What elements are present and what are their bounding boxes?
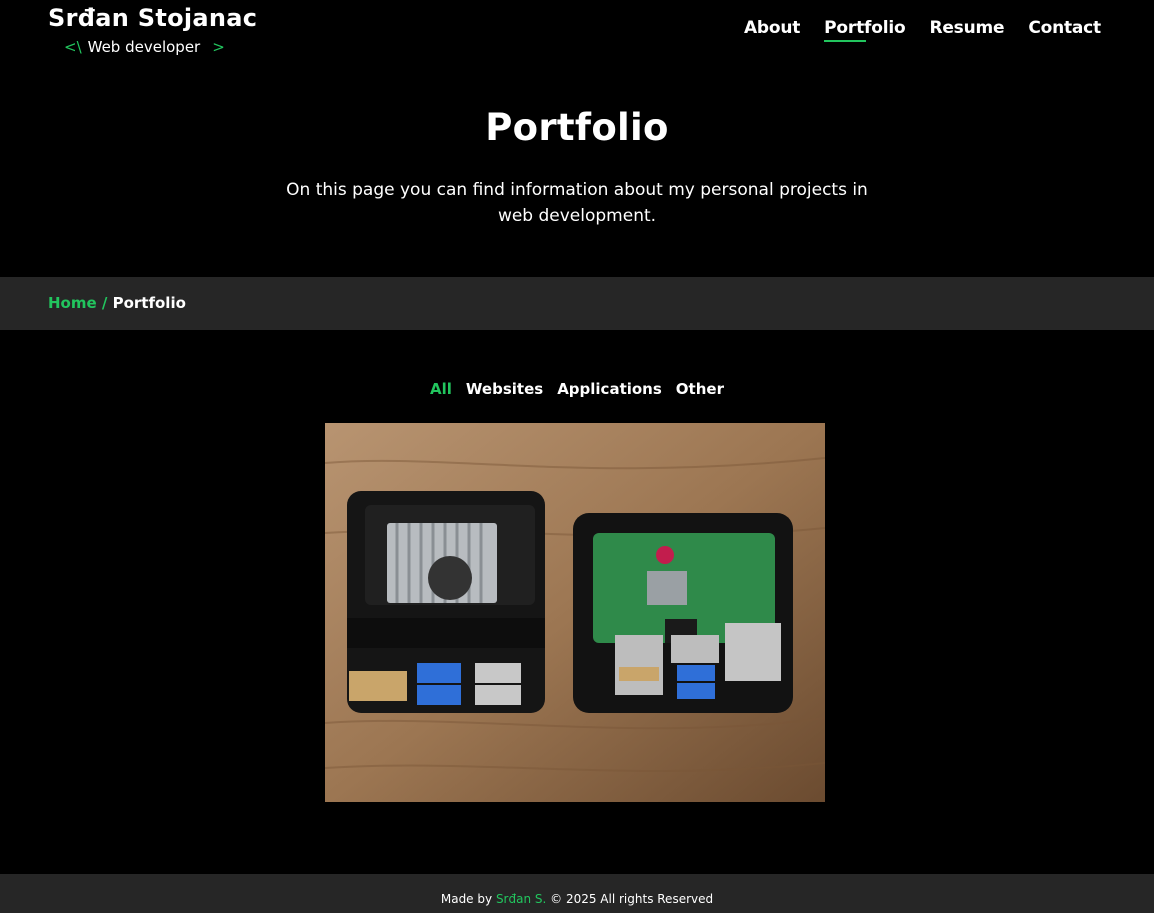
breadcrumb: Home / Portfolio	[48, 294, 186, 312]
nav-portfolio[interactable]: Portfolio	[824, 18, 906, 42]
filter-other[interactable]: Other	[676, 380, 724, 398]
site-footer: Made by Srđan S. © 2025 All rights Reser…	[0, 874, 1154, 913]
footer-author-link[interactable]: Srđan S.	[496, 892, 546, 906]
filter-all[interactable]: All	[430, 380, 452, 398]
filter-applications[interactable]: Applications	[557, 380, 662, 398]
logo-name: Srđan Stojanac	[48, 4, 258, 32]
subtitle-text: Web developer	[87, 38, 201, 56]
breadcrumb-bar: Home / Portfolio	[0, 277, 1154, 330]
breadcrumb-current: Portfolio	[112, 294, 186, 312]
project-thumbnail[interactable]	[325, 423, 825, 802]
footer-text: Made by Srđan S. © 2025 All rights Reser…	[0, 892, 1154, 906]
nav-contact[interactable]: Contact	[1028, 18, 1101, 42]
logo[interactable]: Srđan Stojanac <\ Web developer >	[48, 4, 258, 56]
raspberry-pi-photo	[325, 423, 825, 802]
nav-resume[interactable]: Resume	[929, 18, 1004, 42]
main-nav: About Portfolio Resume Contact	[744, 18, 1101, 42]
code-close-tag: >	[212, 38, 225, 56]
footer-made-by: Made by	[440, 892, 493, 906]
footer-rights: © 2025 All rights Reserved	[550, 892, 714, 906]
page-description: On this page you can find information ab…	[286, 180, 868, 226]
filter-websites[interactable]: Websites	[466, 380, 543, 398]
breadcrumb-separator: /	[96, 294, 113, 312]
portfolio-filters: All Websites Applications Other	[0, 380, 1154, 398]
breadcrumb-home[interactable]: Home	[48, 294, 97, 312]
logo-subtitle: <\ Web developer >	[64, 38, 225, 56]
code-open-tag: <\	[64, 38, 82, 56]
page-title: Portfolio	[485, 106, 669, 149]
nav-about[interactable]: About	[744, 18, 800, 42]
